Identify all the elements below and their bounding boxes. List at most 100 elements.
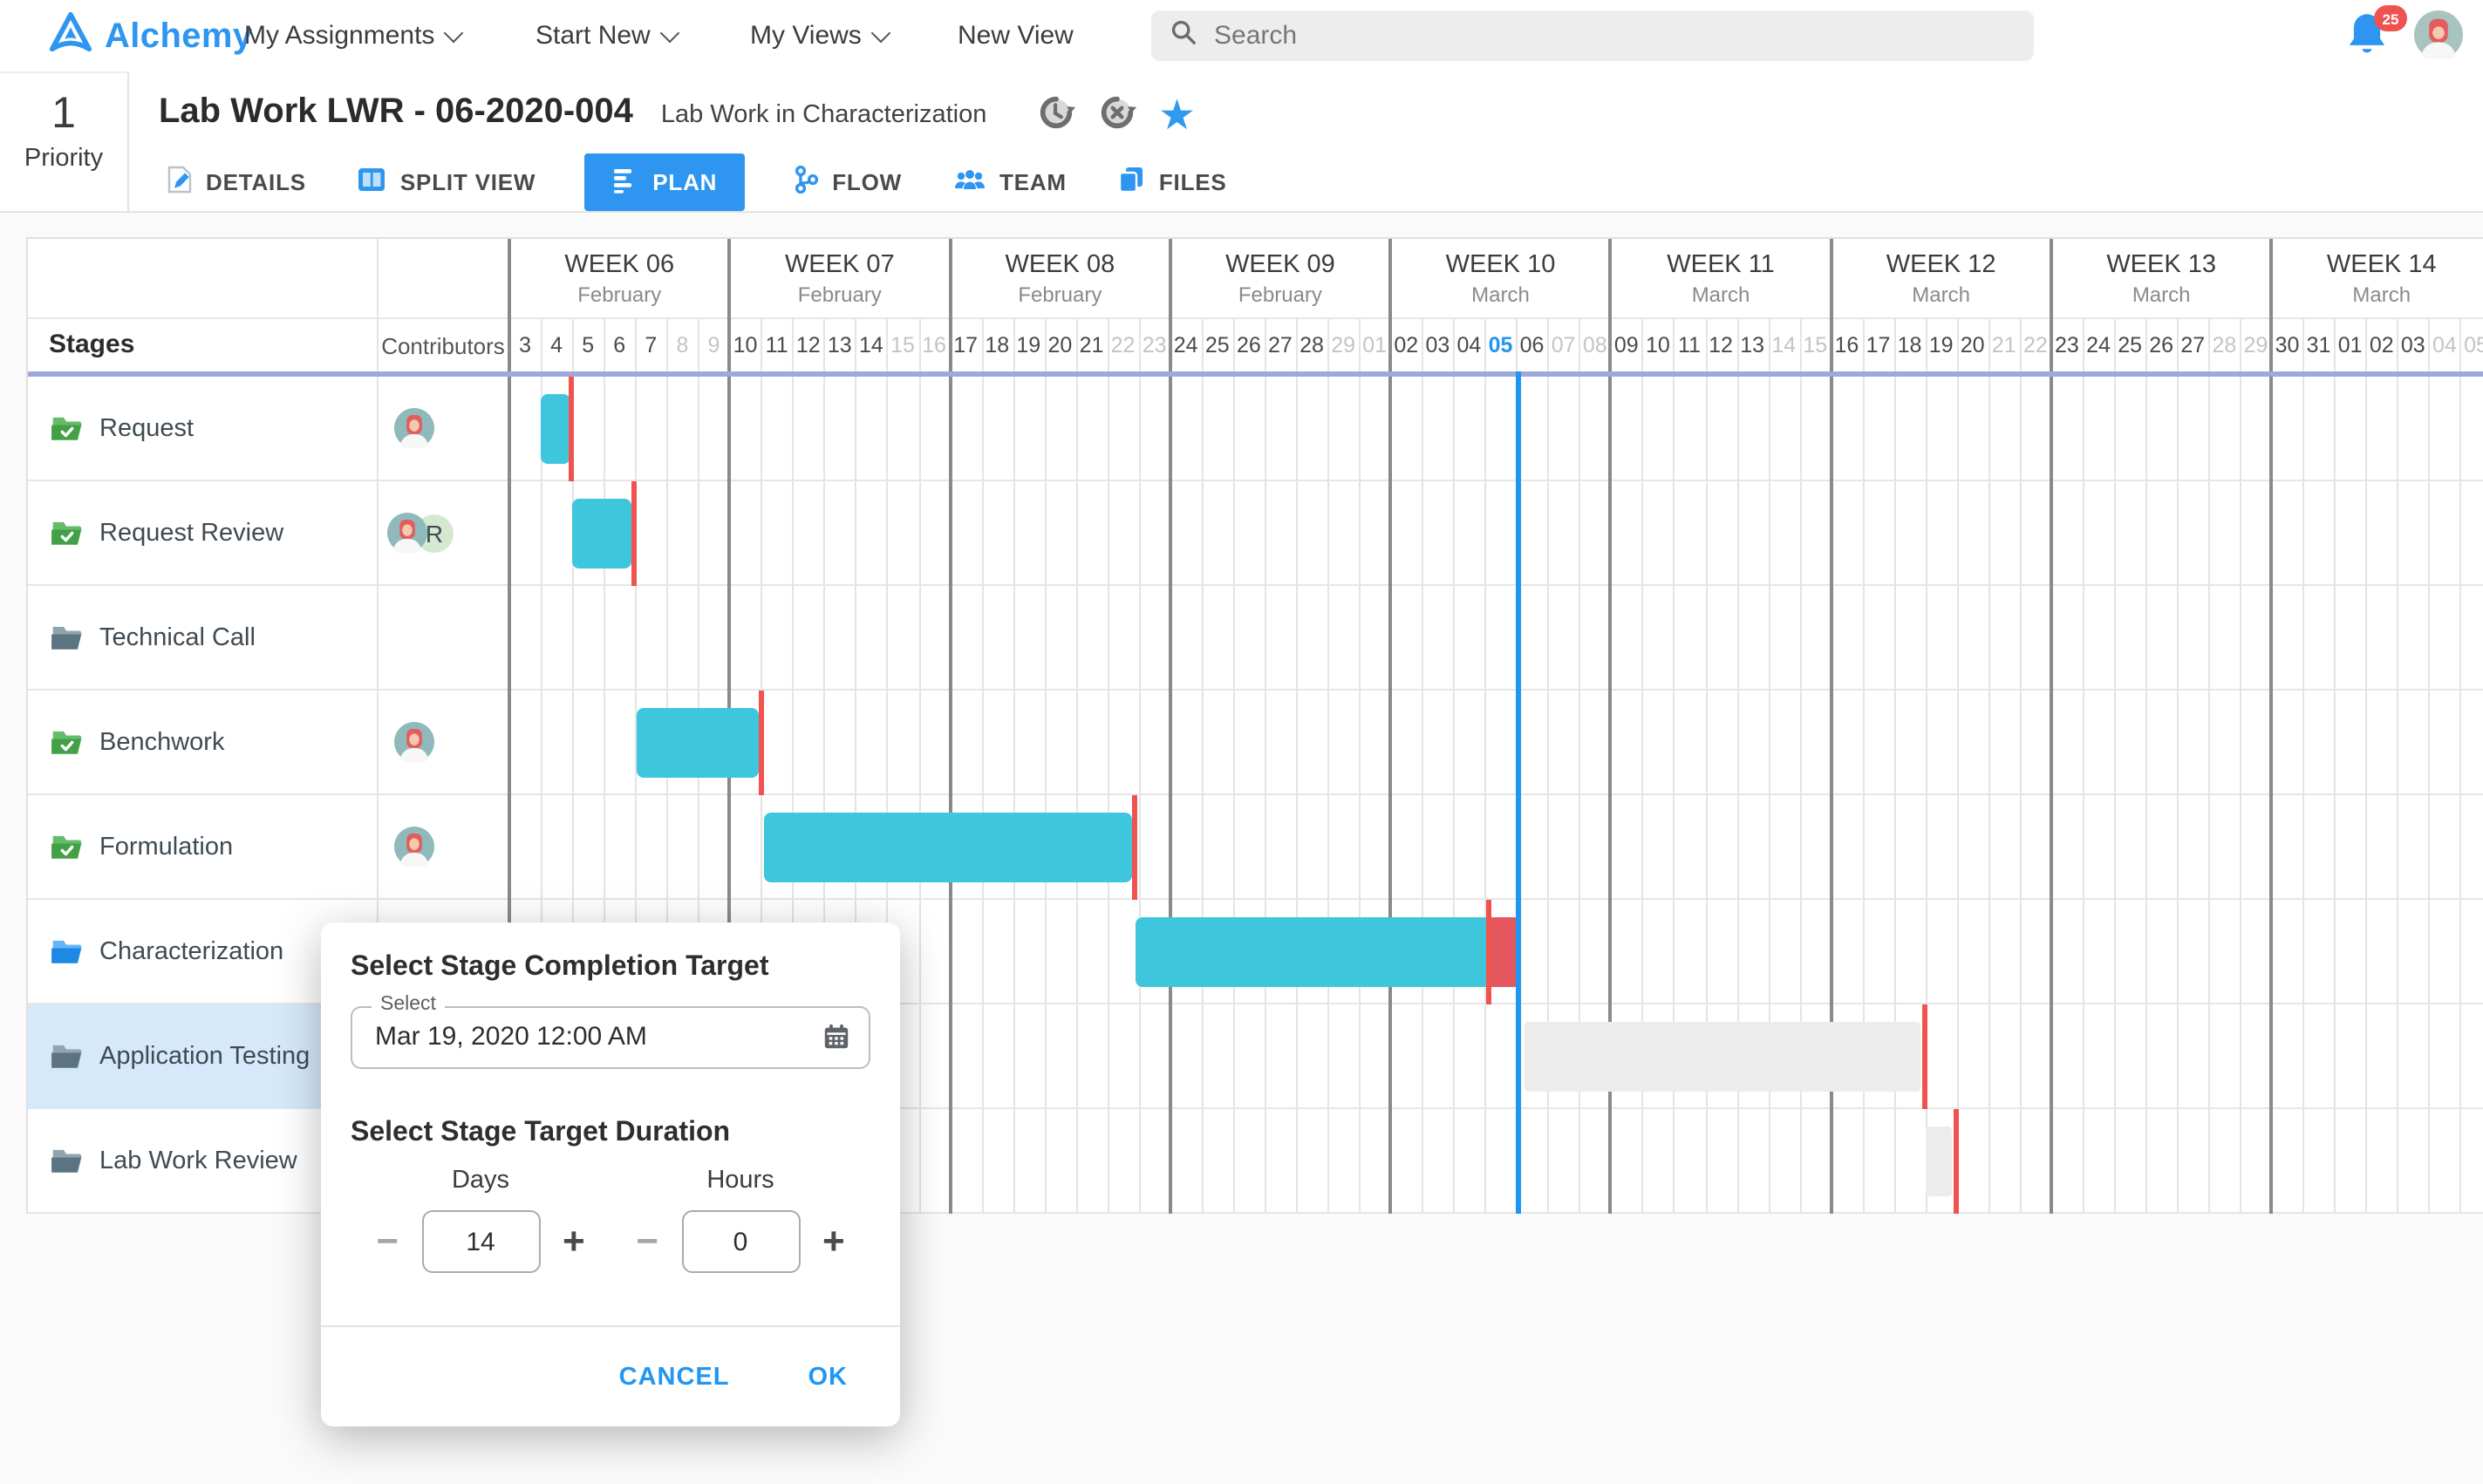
tab-split-view[interactable]: SPLIT VIEW [355,153,539,211]
contributor-avatar [394,722,434,771]
day-grid-line [918,319,920,1214]
days-increment-button[interactable]: + [563,1224,585,1259]
day-header-cell: 06 [1517,319,1548,373]
day-header-cell: 23 [2051,319,2083,373]
target-date-line[interactable] [1923,1004,1928,1109]
user-avatar[interactable] [2414,10,2463,68]
hours-decrement-button[interactable]: − [636,1224,658,1259]
day-grid-line [1359,319,1361,1214]
calendar-icon[interactable] [822,1022,851,1060]
day-header-cell: 24 [1170,319,1202,373]
notifications-button[interactable]: 25 [2344,10,2400,63]
days-input[interactable]: 14 [421,1210,540,1273]
day-header-cell: 08 [1579,319,1611,373]
week-header: WEEK 13March [2051,239,2272,319]
alchemy-triangle-logo-icon [49,10,92,63]
favorite-star-icon[interactable]: ★ [1158,96,1196,138]
stage-row-benchwork[interactable]: Benchwork [28,691,377,795]
tab-files[interactable]: FILES [1115,153,1231,211]
date-header-underline [28,371,2483,377]
week-label: WEEK 10 [1390,251,1611,279]
day-header-cell: 11 [761,319,793,373]
hours-input[interactable]: 0 [681,1210,800,1273]
week-label: WEEK 07 [730,251,951,279]
nav-start-new[interactable]: Start New [535,0,677,71]
stage-row-request-review[interactable]: Request Review [28,481,377,586]
stages-column-header: Stages [49,330,134,359]
day-header-cell: 26 [1233,319,1265,373]
week-boundary-line [2050,239,2053,1214]
stage-status-pending-folder-icon [28,1147,82,1175]
stage-row-request[interactable]: Request [28,377,377,481]
days-decrement-button[interactable]: − [376,1224,399,1259]
target-date-line[interactable] [632,481,638,586]
target-date-line[interactable] [569,377,574,481]
nav-my-assignments[interactable]: My Assignments [244,0,460,71]
discard-history-icon[interactable] [1097,92,1137,141]
cancel-button[interactable]: CANCEL [619,1363,730,1391]
brand-logo[interactable]: Alchemy [49,10,253,63]
day-grid-line [2303,319,2305,1214]
target-date-line[interactable] [1487,900,1492,1004]
day-header-cell: 14 [856,319,887,373]
day-header-cell: 03 [2398,319,2429,373]
month-label: February [509,283,730,307]
week-header: WEEK 07February [730,239,951,319]
completion-date-field[interactable]: Select Mar 19, 2020 12:00 AM [351,1006,870,1069]
ok-button[interactable]: OK [808,1363,849,1391]
nav-new-view[interactable]: New View [958,0,1074,71]
gantt-bar-done[interactable] [638,708,759,778]
day-header-cell: 04 [2429,319,2460,373]
files-copy-icon [1119,166,1145,199]
day-grid-line [2208,319,2210,1214]
search-bar[interactable] [1151,10,2034,61]
stage-completion-modal: Select Stage Completion Target Select Ma… [321,922,900,1426]
day-header-cell: 4 [541,319,572,373]
nav-my-views[interactable]: My Views [750,0,888,71]
tab-bar: DETAILS SPLIT VIEW [164,153,1231,211]
target-date-line[interactable] [759,691,764,795]
day-header-cell: 24 [2083,319,2114,373]
day-header-cell: 26 [2145,319,2177,373]
week-label: WEEK 13 [2051,251,2272,279]
stage-status-completed-folder-icon [28,415,82,443]
day-grid-line [2460,319,2462,1214]
stage-name: Formulation [99,834,233,861]
day-grid-line [981,319,983,1214]
tab-plan[interactable]: PLAN [584,153,745,211]
day-header-cell: 22 [1108,319,1139,373]
target-date-line[interactable] [1133,795,1138,900]
tab-details[interactable]: DETAILS [164,153,310,211]
gantt-bar-planned[interactable] [1927,1127,1953,1196]
week-label: WEEK 14 [2271,251,2483,279]
day-header-cell: 15 [887,319,918,373]
history-clock-icon[interactable] [1036,92,1076,141]
day-grid-line [2145,319,2147,1214]
day-grid-line [2083,319,2084,1214]
gantt-bar-done[interactable] [764,813,1132,882]
gantt-bar-planned[interactable] [1525,1022,1921,1092]
tab-flow[interactable]: FLOW [790,153,905,211]
stage-row-formulation[interactable]: Formulation [28,795,377,900]
stage-row-technical-call[interactable]: Technical Call [28,586,377,691]
contributor-avatar [394,827,434,875]
gantt-bar-done[interactable] [573,499,631,568]
day-header-cell: 29 [1327,319,1359,373]
day-header-cell: 18 [1894,319,1926,373]
target-date-line[interactable] [1954,1109,1959,1214]
stage-status-completed-folder-icon [28,729,82,757]
day-header-cell: 10 [1642,319,1674,373]
month-label: March [1390,283,1611,307]
gantt-bar-done[interactable] [1136,917,1487,987]
day-header-cell: 28 [2208,319,2240,373]
day-header-cell: 18 [981,319,1013,373]
day-header-cell: 20 [1044,319,1075,373]
top-nav: Alchemy My Assignments Start New My View… [0,0,2483,73]
day-header-cell: 16 [918,319,950,373]
search-input[interactable] [1211,19,1915,52]
hours-increment-button[interactable]: + [822,1224,845,1259]
page-title: Lab Work LWR - 06-2020-004 [159,92,633,133]
gantt-bar-done[interactable] [541,394,570,464]
day-header-cell: 25 [1202,319,1233,373]
tab-team[interactable]: TEAM [951,153,1070,211]
